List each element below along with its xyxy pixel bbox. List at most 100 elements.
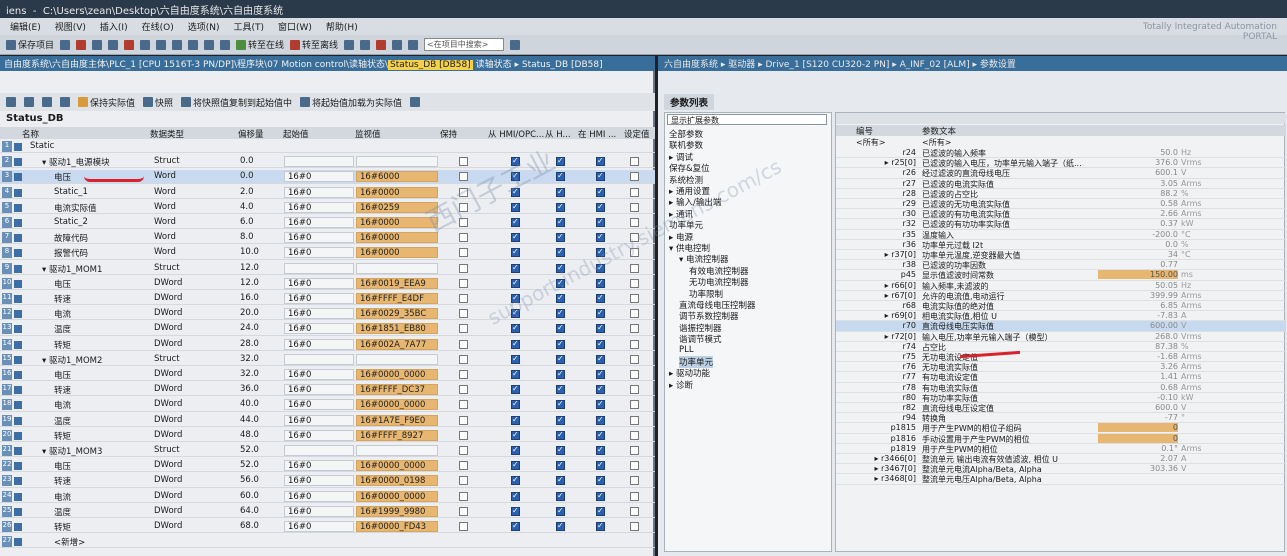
start-value[interactable]: 16#0 — [284, 186, 354, 198]
copy-icon[interactable] — [92, 39, 103, 50]
checkbox[interactable] — [511, 384, 520, 395]
tree-item[interactable]: 有效电流控制器 — [689, 265, 749, 277]
table-row[interactable]: 22 电压 DWord 52.0 16#0 16#0000_0000 — [0, 459, 655, 473]
checkbox[interactable] — [596, 339, 605, 349]
param-row[interactable]: ▸ r37[0] 功率单元温度,逆变器最大值 34 °C — [836, 250, 1286, 261]
start-value[interactable]: 16#0 — [284, 414, 354, 426]
tag-name[interactable]: 电流实际值 — [54, 202, 97, 214]
tag-type[interactable]: DWord — [154, 384, 182, 394]
table-row[interactable]: 26 转矩 DWord 68.0 16#0 16#0000_FD43 — [0, 520, 655, 534]
param-row[interactable]: r68 电流实际值的绝对值 6.85 Arms — [836, 301, 1286, 312]
checkbox[interactable] — [511, 399, 520, 410]
checkbox[interactable] — [556, 399, 565, 410]
checkbox[interactable] — [556, 354, 565, 364]
param-row[interactable]: r77 有功电流设定值 1.41 Arms — [836, 372, 1286, 383]
param-row[interactable]: r94 转换角 -77 ° — [836, 413, 1286, 424]
checkbox[interactable] — [556, 521, 565, 531]
table-row[interactable]: 16 电压 DWord 32.0 16#0 16#0000_0000 — [0, 368, 655, 382]
checkbox[interactable] — [556, 202, 565, 212]
tag-type[interactable]: DWord — [154, 415, 182, 425]
tag-type[interactable]: DWord — [154, 293, 182, 303]
param-row[interactable]: r38 已滤波的功率因数 0.77 — [836, 260, 1286, 271]
go-offline-button[interactable]: 转至离线 — [290, 38, 338, 51]
checkbox[interactable] — [511, 339, 520, 349]
tree-item[interactable]: 谐振控制器 — [679, 322, 722, 334]
checkbox[interactable] — [459, 339, 468, 349]
tag-name[interactable]: 电压 — [54, 460, 71, 472]
checkbox[interactable] — [630, 476, 639, 486]
checkbox[interactable] — [511, 263, 520, 273]
param-row[interactable]: r80 有功功率实际值 -0.10 kW — [836, 393, 1286, 403]
save-project-button[interactable]: 保存项目 — [6, 38, 54, 51]
checkbox[interactable] — [511, 491, 520, 501]
tag-name[interactable]: 电压 — [54, 171, 71, 183]
tag-name[interactable]: ▾ 驱动1_MOM3 — [42, 445, 102, 457]
tag-type[interactable]: DWord — [154, 475, 182, 485]
tree-item[interactable]: ▾ 电流控制器 — [679, 253, 728, 265]
delete-icon[interactable] — [124, 39, 135, 50]
param-row[interactable]: r75 无功电流设定值 -1.68 Arms — [836, 352, 1286, 363]
tag-name[interactable]: 转速 — [54, 475, 71, 487]
checkbox[interactable] — [459, 491, 468, 501]
tag-type[interactable]: Word — [154, 247, 176, 257]
start-value[interactable]: 16#0 — [284, 277, 354, 289]
checkbox[interactable] — [630, 324, 639, 334]
start-value[interactable]: 16#0 — [284, 369, 354, 380]
table-row[interactable]: 27 <新增> — [0, 535, 655, 549]
tag-type[interactable]: DWord — [154, 369, 182, 379]
add-row-icon[interactable] — [24, 97, 34, 107]
go-online-button[interactable]: 转至在线 — [236, 38, 284, 51]
tag-name[interactable]: 电流 — [54, 399, 71, 411]
column-header[interactable]: 保持 — [440, 128, 457, 140]
param-row[interactable]: p1815 用于产生PWM的相位子组码 0 — [836, 423, 1286, 434]
tag-name[interactable]: 转矩 — [54, 339, 71, 351]
menu-item[interactable]: 工具(T) — [233, 20, 264, 33]
param-row[interactable]: ▸ r69[0] 相电流实际值,相位 U -7.83 A — [836, 311, 1286, 322]
tree-item[interactable]: 保存&复位 — [669, 162, 710, 174]
param-row[interactable]: r36 功率单元过载 I2t 0.0% — [836, 240, 1286, 250]
param-row[interactable]: ▸ r3466[0] 整流单元 输出电流有效值滤波, 相位 U 2.07 A — [836, 454, 1286, 465]
table-row[interactable]: 12 电流 DWord 20.0 16#0 16#0029_35BC — [0, 307, 655, 321]
checkbox[interactable] — [459, 278, 468, 288]
tag-name[interactable]: 转速 — [54, 384, 71, 396]
load-start-button[interactable]: 将起始值加载为实际值 — [300, 96, 402, 109]
checkbox[interactable] — [459, 370, 468, 379]
start-value[interactable]: 16#0 — [284, 217, 354, 228]
table-row[interactable]: 23 转速 DWord 56.0 16#0 16#0000_0198 — [0, 474, 655, 488]
tree-item[interactable]: 联机参数 — [669, 139, 703, 151]
checkbox[interactable] — [596, 491, 605, 501]
checkbox[interactable] — [511, 445, 520, 455]
tag-name[interactable]: 故障代码 — [54, 232, 88, 244]
checkbox[interactable] — [556, 475, 565, 486]
param-row[interactable]: p1816 手动设置用于产生PWM的相位 0 — [836, 433, 1286, 444]
tree-item[interactable]: ▸ 诊断 — [669, 379, 693, 391]
menu-item[interactable]: 在线(O) — [142, 20, 174, 33]
tag-name[interactable]: <新增> — [54, 536, 85, 548]
redo-icon[interactable] — [156, 39, 167, 50]
tag-name[interactable]: 电压 — [54, 278, 71, 290]
checkbox[interactable] — [511, 460, 520, 471]
tag-name[interactable]: 电流 — [54, 491, 71, 503]
tag-type[interactable]: Struct — [154, 263, 180, 273]
checkbox[interactable] — [459, 522, 468, 531]
checkbox[interactable] — [630, 370, 639, 379]
start-value[interactable] — [284, 353, 354, 365]
column-header[interactable]: 从 HMI/OPC... — [488, 128, 544, 140]
checkbox[interactable] — [511, 475, 520, 486]
checkbox[interactable] — [596, 399, 605, 410]
monitor-all-icon[interactable] — [410, 97, 421, 107]
checkbox[interactable] — [459, 157, 468, 167]
table-row[interactable]: 15 ▾ 驱动1_MOM2 Struct 32.0 — [0, 353, 655, 366]
param-value[interactable]: 0 — [1098, 423, 1178, 433]
start-value[interactable] — [284, 445, 354, 456]
checkbox[interactable] — [596, 202, 605, 212]
checkbox[interactable] — [630, 278, 639, 288]
menu-item[interactable]: 选项(N) — [188, 20, 220, 33]
table-row[interactable]: 1 Static — [0, 140, 655, 154]
tree-item[interactable]: 系统检测 — [669, 174, 703, 186]
tag-type[interactable]: Word — [154, 187, 176, 197]
tag-name[interactable]: ▾ 驱动1_电源模块 — [42, 156, 110, 168]
table-row[interactable]: 19 温度 DWord 44.0 16#0 16#1A7E_F9E0 — [0, 414, 655, 427]
start-value[interactable]: 16#0 — [284, 293, 354, 304]
tag-type[interactable]: Word — [154, 232, 176, 242]
